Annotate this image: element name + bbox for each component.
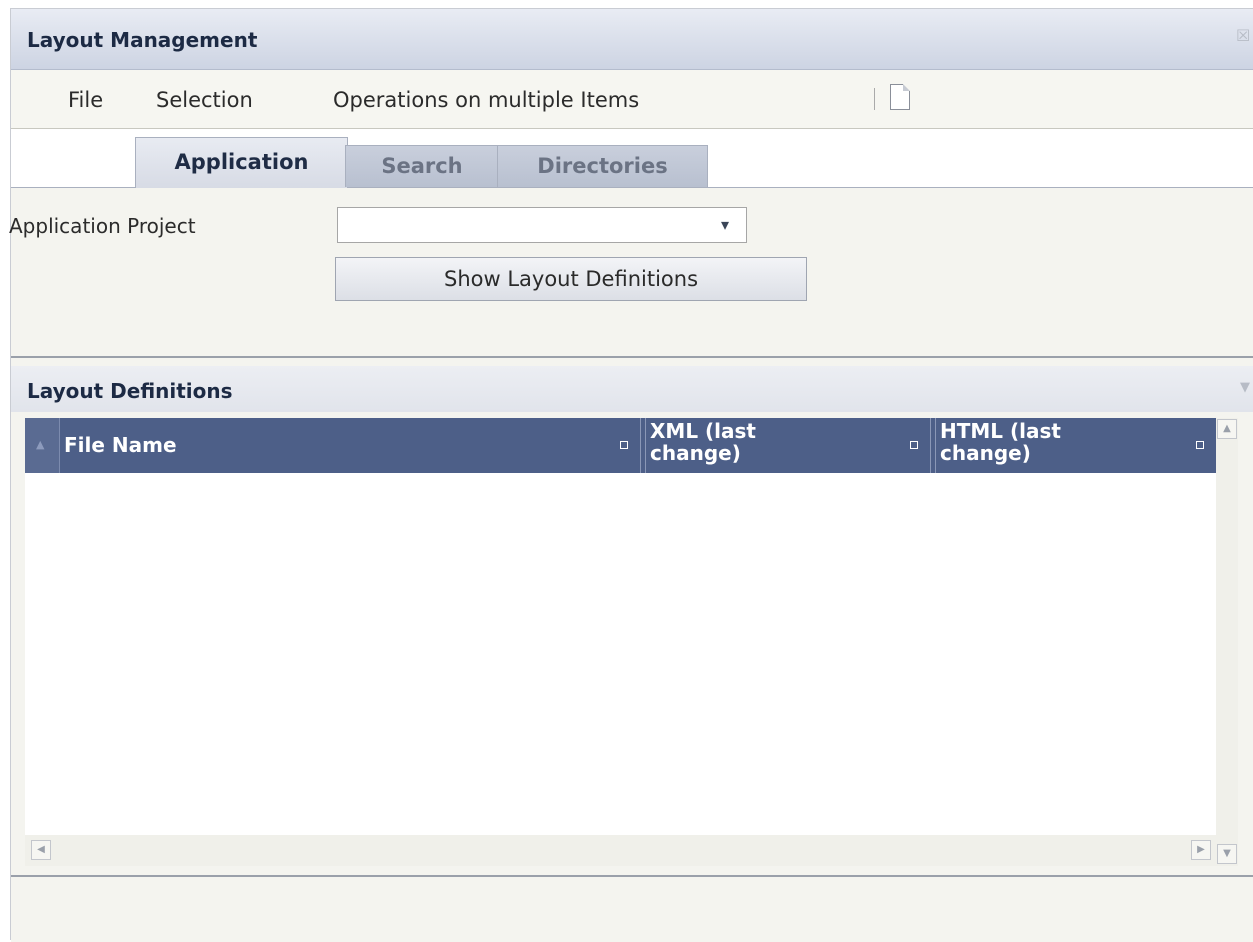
menu-file[interactable]: File [68, 88, 103, 112]
window-title: Layout Management [27, 28, 258, 52]
application-project-select[interactable]: ▾ [337, 207, 747, 243]
tab-directories[interactable]: Directories [497, 145, 708, 187]
column-menu-icon[interactable] [620, 441, 628, 449]
layout-definitions-header: Layout Definitions ▼ [11, 366, 1253, 412]
grid-header: ▲ File Name XML (last change) HTML (last… [25, 418, 1216, 473]
menu-operations-multiple-items[interactable]: Operations on multiple Items [333, 88, 639, 112]
column-menu-icon[interactable] [910, 441, 918, 449]
sort-icon: ▲ [36, 438, 45, 451]
scroll-down-icon[interactable]: ▼ [1217, 844, 1237, 864]
column-menu-icon[interactable] [1196, 441, 1204, 449]
column-html-line1: HTML (last [940, 419, 1061, 443]
scroll-right-icon[interactable]: ▶ [1191, 840, 1211, 860]
menu-selection[interactable]: Selection [156, 88, 253, 112]
horizontal-scrollbar[interactable]: ◀ ▶ [25, 835, 1216, 866]
application-form: Application Project ▾ Show Layout Defini… [9, 188, 1253, 358]
window-title-bar: Layout Management ☒ [11, 9, 1253, 70]
menu-separator [874, 88, 875, 110]
column-html-line2: change) [940, 441, 1031, 465]
menu-bar: File Selection Operations on multiple It… [11, 70, 1253, 129]
select-all-column[interactable]: ▲ [25, 418, 60, 473]
application-project-label: Application Project [9, 214, 196, 238]
close-icon[interactable]: ☒ [1236, 28, 1250, 44]
chevron-down-icon[interactable]: ▾ [714, 214, 736, 236]
scroll-up-icon[interactable]: ▲ [1217, 419, 1237, 439]
grid-body [25, 473, 1216, 835]
column-file-name[interactable]: File Name [60, 418, 641, 473]
column-xml-line2: change) [650, 441, 741, 465]
column-xml-label: XML (last change) [650, 420, 756, 464]
collapse-icon[interactable]: ▼ [1240, 380, 1250, 395]
panel-title: Layout Definitions [27, 379, 233, 403]
layout-management-window: Layout Management ☒ File Selection Opera… [9, 8, 1253, 942]
column-file-name-label: File Name [64, 433, 177, 457]
column-xml-line1: XML (last [650, 419, 756, 443]
column-html-label: HTML (last change) [940, 420, 1061, 464]
tab-strip: Application Search Directories [11, 129, 1253, 188]
tab-application[interactable]: Application [135, 137, 348, 188]
new-document-icon[interactable] [890, 84, 910, 110]
vertical-scrollbar[interactable]: ▲ ▼ [1216, 418, 1238, 866]
show-layout-definitions-button[interactable]: Show Layout Definitions [335, 257, 807, 301]
tab-search[interactable]: Search [345, 145, 499, 187]
status-bar [11, 875, 1253, 942]
scroll-left-icon[interactable]: ◀ [31, 840, 51, 860]
column-html-last-change[interactable]: HTML (last change) [935, 418, 1216, 473]
column-xml-last-change[interactable]: XML (last change) [645, 418, 931, 473]
